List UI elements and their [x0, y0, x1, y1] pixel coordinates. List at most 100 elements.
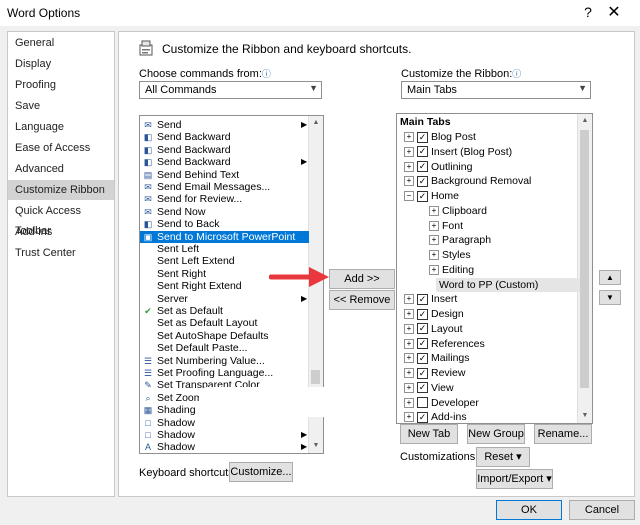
command-item[interactable]: ☰ Set Numbering Value... [140, 355, 309, 367]
scroll-down-icon[interactable]: ▼ [309, 439, 323, 453]
add-button[interactable]: Add >> [329, 269, 395, 289]
tab-checkbox[interactable] [417, 397, 428, 409]
tree-item-insert[interactable]: + ✓ Insert [404, 292, 457, 307]
new-group-button[interactable]: New Group [467, 424, 525, 444]
scroll-thumb[interactable] [311, 370, 320, 384]
command-item[interactable]: ✉ Send Email Messages... [140, 181, 309, 193]
remove-button[interactable]: << Remove [329, 290, 395, 310]
tree-item-background-removal[interactable]: + ✓ Background Removal [404, 174, 531, 189]
nav-item-add-ins[interactable]: Add-ins [8, 222, 114, 242]
tree-item-styles[interactable]: + Styles [429, 248, 471, 263]
expand-icon[interactable]: + [404, 294, 414, 305]
tree-item-review[interactable]: + ✓ Review [404, 366, 465, 381]
command-item[interactable]: Set as Default Layout [140, 317, 309, 329]
nav-item-trust-center[interactable]: Trust Center [8, 243, 114, 263]
expand-icon[interactable]: + [429, 220, 439, 231]
tree-item-editing[interactable]: + Editing [429, 263, 474, 278]
expand-icon[interactable]: + [404, 161, 414, 172]
expand-icon[interactable]: + [429, 250, 439, 261]
nav-item-general[interactable]: General [8, 33, 114, 53]
choose-commands-dropdown[interactable]: All Commands ▼ [139, 81, 322, 99]
tab-checkbox[interactable]: ✓ [417, 293, 428, 305]
command-item[interactable]: ✔ Set as Default [140, 305, 309, 317]
nav-item-save[interactable]: Save [8, 96, 114, 116]
command-item[interactable]: ▤ Send Behind Text [140, 169, 309, 181]
tree-item-font[interactable]: + Font [429, 219, 463, 234]
scroll-up-icon[interactable]: ▲ [309, 116, 323, 130]
expand-icon[interactable]: + [404, 397, 414, 408]
expand-icon[interactable]: + [404, 338, 414, 349]
scroll-down-icon[interactable]: ▼ [578, 409, 592, 423]
move-down-button[interactable]: ▼ [599, 290, 621, 305]
tree-item-home[interactable]: − ✓ Home [404, 189, 459, 204]
rename-button[interactable]: Rename... [534, 424, 592, 444]
customize-shortcuts-button[interactable]: Customize... [229, 462, 293, 482]
command-item[interactable]: □ Shadow ▶ [140, 429, 309, 441]
command-item[interactable]: ✉ Send ▶ [140, 119, 309, 131]
nav-item-customize-ribbon[interactable]: Customize Ribbon [8, 180, 114, 200]
tab-checkbox[interactable]: ✓ [417, 190, 428, 202]
nav-item-proofing[interactable]: Proofing [8, 75, 114, 95]
tree-item-word-to-pp-custom[interactable]: Word to PP (Custom) [436, 277, 580, 293]
tab-checkbox[interactable]: ✓ [417, 352, 428, 364]
tree-scrollbar[interactable]: ▲ ▼ [577, 114, 592, 423]
nav-item-quick-access-toolbar[interactable]: Quick Access Toolbar [8, 201, 114, 237]
tree-item-blog-post[interactable]: + ✓ Blog Post [404, 130, 476, 145]
expand-icon[interactable]: + [404, 146, 414, 157]
command-item[interactable]: A Shadow ▶ [140, 441, 309, 453]
tab-checkbox[interactable]: ✓ [417, 382, 428, 394]
new-tab-button[interactable]: New Tab [400, 424, 458, 444]
command-item[interactable]: ✉ Send for Review... [140, 193, 309, 205]
tab-checkbox[interactable]: ✓ [417, 338, 428, 350]
tree-item-clipboard[interactable]: + Clipboard [429, 204, 487, 219]
customize-ribbon-dropdown[interactable]: Main Tabs ▼ [401, 81, 591, 99]
expand-icon[interactable]: + [404, 382, 414, 393]
tab-checkbox[interactable]: ✓ [417, 367, 428, 379]
tree-item-design[interactable]: + ✓ Design [404, 307, 464, 322]
command-item[interactable]: ◧ Send Backward ▶ [140, 156, 309, 168]
expand-icon[interactable]: + [404, 309, 414, 320]
expand-icon[interactable]: + [429, 264, 439, 275]
tree-item-outlining[interactable]: + ✓ Outlining [404, 160, 472, 175]
tree-item-add-ins[interactable]: + ✓ Add-ins [404, 410, 467, 423]
move-up-button[interactable]: ▲ [599, 270, 621, 285]
tab-checkbox[interactable]: ✓ [417, 131, 428, 143]
expand-icon[interactable]: + [404, 368, 414, 379]
cancel-button[interactable]: Cancel [569, 500, 635, 520]
nav-item-display[interactable]: Display [8, 54, 114, 74]
tree-item-insert-blog-post[interactable]: + ✓ Insert (Blog Post) [404, 145, 512, 160]
nav-item-advanced[interactable]: Advanced [8, 159, 114, 179]
close-button[interactable]: ✕ [605, 2, 623, 22]
expand-icon[interactable]: + [404, 412, 414, 423]
tab-checkbox[interactable]: ✓ [417, 308, 428, 320]
ribbon-tree[interactable]: Main Tabs ▲ ▼ + ✓ Blog Post + ✓ Insert (Blog … [396, 113, 593, 424]
tab-checkbox[interactable]: ✓ [417, 175, 428, 187]
command-item[interactable]: Set Default Paste... [140, 342, 309, 354]
command-item[interactable]: ▣ Send to Microsoft PowerPoint [140, 230, 309, 243]
ok-button[interactable]: OK [496, 500, 562, 520]
command-item[interactable]: Server ▶ [140, 293, 309, 305]
scroll-thumb[interactable] [580, 130, 589, 388]
import-export-button[interactable]: Import/Export ▾ [476, 469, 553, 489]
tree-item-mailings[interactable]: + ✓ Mailings [404, 351, 470, 366]
expand-icon[interactable]: + [404, 323, 414, 334]
expand-icon[interactable]: + [429, 205, 439, 216]
tree-item-references[interactable]: + ✓ References [404, 337, 485, 352]
command-item[interactable]: ✉ Send Now [140, 206, 309, 218]
expand-icon[interactable]: + [429, 235, 439, 246]
tree-item-developer[interactable]: + Developer [404, 396, 479, 411]
help-button[interactable]: ? [580, 4, 596, 20]
command-item[interactable]: Sent Left [140, 243, 309, 255]
tab-checkbox[interactable]: ✓ [417, 411, 428, 423]
scroll-up-icon[interactable]: ▲ [578, 114, 592, 128]
command-item[interactable]: ◧ Send Backward [140, 144, 309, 156]
tree-item-view[interactable]: + ✓ View [404, 381, 454, 396]
tab-checkbox[interactable]: ✓ [417, 146, 428, 158]
command-item[interactable]: ☰ Set Proofing Language... [140, 367, 309, 379]
expand-icon[interactable]: + [404, 132, 414, 143]
expand-icon[interactable]: + [404, 353, 414, 364]
expand-icon[interactable]: + [404, 176, 414, 187]
tree-item-layout[interactable]: + ✓ Layout [404, 322, 463, 337]
tree-item-paragraph[interactable]: + Paragraph [429, 233, 491, 248]
tab-checkbox[interactable]: ✓ [417, 161, 428, 173]
